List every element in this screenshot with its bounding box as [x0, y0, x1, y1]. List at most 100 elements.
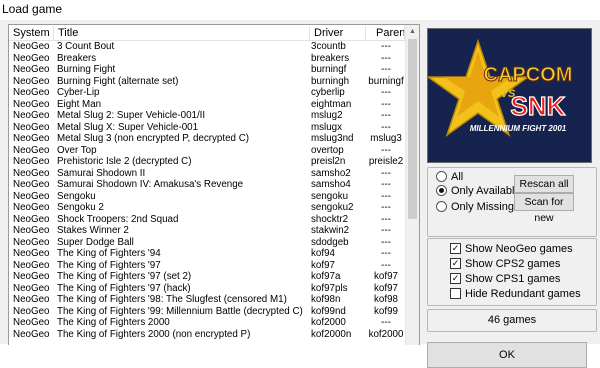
row-title: Over Top — [57, 144, 97, 156]
row-title: Sengoku 2 — [57, 202, 104, 213]
rescan-all-button[interactable]: Rescan all — [514, 175, 574, 193]
row-system: NeoGeo — [13, 64, 50, 75]
list-scrollbar[interactable]: ▲ — [405, 25, 419, 345]
row-parent: --- — [381, 213, 391, 225]
table-row[interactable]: NeoGeo Stakes Winner 2 stakwin2 --- — [9, 225, 405, 237]
show-neogeo-checkbox[interactable]: ✓ Show NeoGeo games — [450, 242, 573, 256]
radio-only-available[interactable]: Only Available — [436, 184, 521, 198]
table-row[interactable]: NeoGeo Prehistoric Isle 2 (decrypted C) pr… — [9, 156, 405, 168]
row-driver: kof99nd — [311, 305, 346, 317]
table-row[interactable]: NeoGeo Samurai Shodown IV: Amakusa's Reve… — [9, 179, 405, 191]
row-title: The King of Fighters '99: Millennium Bat… — [57, 305, 303, 317]
radio-all-icon[interactable] — [436, 170, 447, 182]
row-driver: kof94 — [311, 248, 335, 259]
row-parent: --- — [381, 259, 391, 271]
row-driver: burningf — [311, 64, 347, 75]
row-parent: --- — [381, 190, 391, 202]
show-cps2-checkbox[interactable]: ✓ Show CPS2 games — [450, 257, 560, 271]
row-parent: kof97 — [374, 282, 398, 294]
row-driver: kof98n — [311, 294, 341, 305]
row-driver: cyberlip — [311, 87, 345, 98]
row-parent: preisle2 — [368, 156, 404, 167]
radio-only-available-icon[interactable] — [436, 184, 447, 196]
checkbox-icon[interactable]: ✓ — [450, 257, 461, 269]
checkbox-icon[interactable]: ✓ — [450, 242, 461, 254]
table-row[interactable]: NeoGeo Burning Fight (alternate set) burni… — [9, 76, 405, 88]
show-cps2-label: Show CPS2 games — [465, 258, 561, 270]
list-rows: NeoGeo 3 Count Bout 3countb --- NeoGeo Breake… — [9, 41, 405, 340]
snk-logo-text: SNK — [511, 91, 566, 121]
column-header-title[interactable]: Title — [54, 26, 310, 40]
checkbox-icon[interactable]: ✓ — [450, 272, 461, 284]
row-system: NeoGeo — [13, 259, 50, 271]
game-list[interactable]: System Title Driver Parent NeoGeo 3 Count… — [8, 24, 420, 345]
column-header-driver[interactable]: Driver — [310, 26, 366, 40]
scroll-thumb[interactable] — [408, 39, 417, 219]
radio-only-missing[interactable]: Only Missing — [436, 200, 514, 214]
row-title: The King of Fighters '94 — [57, 248, 161, 259]
table-row[interactable]: NeoGeo Super Dodge Ball sdodgeb --- — [9, 237, 405, 249]
table-row[interactable]: NeoGeo The King of Fighters '97 (set 2) ko… — [9, 271, 405, 283]
row-driver: sengoku2 — [311, 202, 354, 213]
table-row[interactable]: NeoGeo Burning Fight burningf --- — [9, 64, 405, 76]
row-title: The King of Fighters 2000 — [57, 317, 170, 328]
row-system: NeoGeo — [13, 167, 50, 179]
radio-all[interactable]: All — [436, 170, 463, 184]
hide-redundant-checkbox[interactable]: Hide Redundant games — [450, 287, 581, 301]
column-header-parent[interactable]: Parent — [366, 26, 405, 40]
row-title: Samurai Shodown IV: Amakusa's Revenge — [57, 179, 244, 190]
table-row[interactable]: NeoGeo The King of Fighters '98: The Slug… — [9, 294, 405, 306]
checkbox-icon[interactable] — [450, 287, 461, 299]
table-row[interactable]: NeoGeo Over Top overtop --- — [9, 145, 405, 157]
scroll-up-icon[interactable]: ▲ — [406, 25, 419, 39]
table-row[interactable]: NeoGeo Metal Slug 3 (non encrypted P, dec… — [9, 133, 405, 145]
radio-all-label: All — [451, 171, 464, 183]
row-parent: --- — [381, 225, 391, 236]
show-cps1-label: Show CPS1 games — [465, 273, 561, 285]
table-row[interactable]: NeoGeo 3 Count Bout 3countb --- — [9, 41, 405, 53]
table-row[interactable]: NeoGeo Metal Slug 2: Super Vehicle-001/II… — [9, 110, 405, 122]
table-row[interactable]: NeoGeo Metal Slug X: Super Vehicle-001 msl… — [9, 122, 405, 134]
row-driver: mslugx — [311, 121, 343, 133]
table-row[interactable]: NeoGeo Cyber-Lip cyberlip --- — [9, 87, 405, 99]
row-title: Eight Man — [57, 98, 102, 110]
row-parent: --- — [381, 317, 391, 328]
table-row[interactable]: NeoGeo The King of Fighters '94 kof94 --- — [9, 248, 405, 260]
row-system: NeoGeo — [13, 110, 50, 121]
scan-for-new-button[interactable]: Scan for new — [514, 193, 574, 224]
table-row[interactable]: NeoGeo The King of Fighters 2000 kof2000 --… — [9, 317, 405, 329]
filter-group: All Only Available Only Missing Rescan a… — [427, 167, 597, 237]
game-preview-image: CAPCOM VS SNK MILLENNIUM FIGHT 2001 — [427, 28, 592, 163]
row-driver: samsho2 — [311, 167, 351, 179]
row-driver: kof97 — [311, 259, 335, 271]
table-row[interactable]: NeoGeo The King of Fighters '97 kof97 --- — [9, 260, 405, 272]
radio-only-missing-icon[interactable] — [436, 200, 447, 212]
row-system: NeoGeo — [13, 225, 50, 236]
row-parent: kof98 — [374, 294, 398, 305]
table-row[interactable]: NeoGeo The King of Fighters '99: Millenni… — [9, 306, 405, 318]
table-row[interactable]: NeoGeo Sengoku 2 sengoku2 --- — [9, 202, 405, 214]
row-driver: eightman — [311, 98, 352, 110]
row-title: The King of Fighters '97 — [57, 259, 161, 271]
ok-button[interactable]: OK — [427, 342, 587, 368]
column-header-system[interactable]: System — [9, 26, 54, 40]
capcom-vs-snk-logo: CAPCOM VS SNK MILLENNIUM FIGHT 2001 — [428, 29, 591, 162]
table-row[interactable]: NeoGeo Breakers breakers --- — [9, 53, 405, 65]
table-row[interactable]: NeoGeo Shock Troopers: 2nd Squad shocktr2 -… — [9, 214, 405, 226]
table-row[interactable]: NeoGeo The King of Fighters 2000 (non enc… — [9, 329, 405, 341]
row-driver: mslug3nd — [311, 133, 354, 144]
row-title: Samurai Shodown II — [57, 167, 146, 179]
row-title: Burning Fight — [57, 64, 116, 75]
row-title: Burning Fight (alternate set) — [57, 75, 179, 87]
table-row[interactable]: NeoGeo Samurai Shodown II samsho2 --- — [9, 168, 405, 180]
row-title: Metal Slug X: Super Vehicle-001 — [57, 121, 199, 133]
table-row[interactable]: NeoGeo The King of Fighters '97 (hack) kof… — [9, 283, 405, 295]
row-parent: --- — [381, 98, 391, 110]
show-cps1-checkbox[interactable]: ✓ Show CPS1 games — [450, 272, 560, 286]
list-header: System Title Driver Parent — [9, 25, 405, 41]
row-driver: burningh — [311, 75, 350, 87]
row-driver: preisl2n — [311, 156, 346, 167]
table-row[interactable]: NeoGeo Eight Man eightman --- — [9, 99, 405, 111]
table-row[interactable]: NeoGeo Sengoku sengoku --- — [9, 191, 405, 203]
row-parent: --- — [381, 87, 391, 98]
